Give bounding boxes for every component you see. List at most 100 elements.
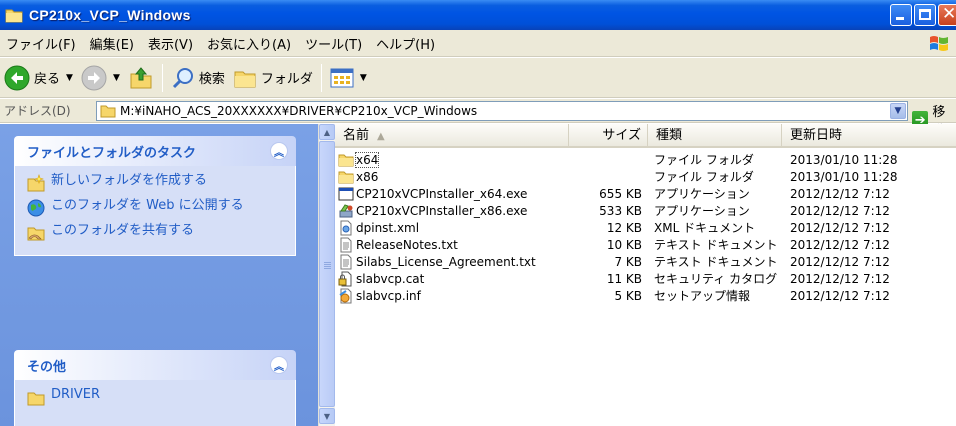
file-row[interactable]: x64 ファイル フォルダ 2013/01/10 11:28 bbox=[335, 151, 956, 168]
file-name-cell[interactable]: Silabs_License_Agreement.txt bbox=[335, 254, 569, 270]
security-catalog-icon bbox=[338, 271, 352, 286]
file-name-cell[interactable]: ReleaseNotes.txt bbox=[335, 237, 569, 253]
task-pane: ファイルとフォルダのタスク ︽ 新しいフォルダを作成する このフォルダを Web… bbox=[0, 124, 318, 426]
task-publish-web-label: このフォルダを Web に公開する bbox=[51, 198, 244, 213]
column-size-header[interactable]: サイズ bbox=[569, 124, 648, 148]
file-size: 10 KB bbox=[606, 237, 642, 252]
file-modified: 2013/01/10 11:28 bbox=[790, 152, 898, 167]
file-name: ReleaseNotes.txt bbox=[356, 237, 458, 252]
column-name-header[interactable]: 名前 ▲ bbox=[335, 124, 569, 148]
file-name: slabvcp.cat bbox=[356, 271, 425, 286]
views-dropdown-icon[interactable]: ▼ bbox=[360, 73, 367, 83]
task-publish-web[interactable]: このフォルダを Web に公開する bbox=[27, 199, 285, 217]
back-arrow-icon bbox=[4, 65, 30, 90]
up-folder-button[interactable] bbox=[124, 61, 158, 95]
file-type: テキスト ドキュメント bbox=[654, 238, 778, 252]
toolbar-separator bbox=[320, 63, 322, 92]
scroll-down-icon[interactable]: ▼ bbox=[319, 408, 335, 424]
file-modified: 2012/12/12 7:12 bbox=[790, 220, 890, 235]
file-size: 655 KB bbox=[599, 186, 642, 201]
folder-icon bbox=[5, 9, 23, 23]
file-modified: 2012/12/12 7:12 bbox=[790, 288, 890, 303]
file-name: x64 bbox=[354, 151, 380, 168]
search-button[interactable]: 検索 bbox=[167, 61, 229, 95]
task-new-folder-label: 新しいフォルダを作成する bbox=[51, 173, 208, 188]
file-folder-tasks-title: ファイルとフォルダのタスク bbox=[27, 145, 197, 161]
file-row[interactable]: CP210xVCPInstaller_x86.exe 533 KB アプリケーシ… bbox=[335, 202, 956, 219]
address-input[interactable]: M:¥iNAHO_ACS_20XXXXXX¥DRIVER¥CP210x_VCP_… bbox=[96, 101, 908, 121]
task-share-folder[interactable]: このフォルダを共有する bbox=[27, 224, 285, 242]
file-name-cell[interactable]: slabvcp.cat bbox=[335, 271, 569, 287]
file-row[interactable]: slabvcp.cat 11 KB セキュリティ カタログ 2012/12/12… bbox=[335, 270, 956, 287]
task-pane-scrollbar[interactable]: ▲ ▼ bbox=[318, 124, 335, 426]
menu-edit[interactable]: 編集(E) bbox=[83, 34, 141, 53]
file-list: 名前 ▲ サイズ 種類 更新日時 x64 ファイル フォルダ 2013/01/10… bbox=[335, 124, 956, 426]
file-modified: 2012/12/12 7:12 bbox=[790, 271, 890, 286]
file-type: XML ドキュメント bbox=[654, 221, 756, 235]
other-place-driver[interactable]: DRIVER bbox=[27, 388, 285, 406]
forward-dropdown-icon[interactable]: ▼ bbox=[113, 73, 120, 83]
folders-icon bbox=[234, 71, 256, 87]
scroll-thumb[interactable] bbox=[319, 141, 335, 407]
application-window-icon bbox=[338, 187, 354, 200]
collapse-chevron-icon[interactable]: ︽ bbox=[270, 142, 288, 160]
file-folder-tasks-header[interactable]: ファイルとフォルダのタスク ︽ bbox=[14, 136, 296, 166]
file-row[interactable]: x86 ファイル フォルダ 2013/01/10 11:28 bbox=[335, 168, 956, 185]
views-button[interactable]: ▼ bbox=[326, 61, 371, 95]
file-size: 5 KB bbox=[614, 288, 642, 303]
collapse-chevron-icon[interactable]: ︽ bbox=[270, 356, 288, 374]
file-modified: 2012/12/12 7:12 bbox=[790, 254, 890, 269]
column-type-label: 種類 bbox=[656, 128, 683, 143]
file-name-cell[interactable]: x64 bbox=[335, 151, 569, 168]
folders-label: フォルダ bbox=[260, 72, 313, 87]
file-row[interactable]: dpinst.xml 12 KB XML ドキュメント 2012/12/12 7… bbox=[335, 219, 956, 236]
minimize-button[interactable] bbox=[890, 4, 912, 26]
file-row[interactable]: slabvcp.inf 5 KB セットアップ情報 2012/12/12 7:1… bbox=[335, 287, 956, 304]
back-button[interactable]: 戻る ▼ bbox=[0, 61, 77, 95]
other-places-title: その他 bbox=[27, 359, 67, 375]
scroll-up-icon[interactable]: ▲ bbox=[319, 124, 335, 140]
file-name-cell[interactable]: dpinst.xml bbox=[335, 220, 569, 236]
file-row[interactable]: ReleaseNotes.txt 10 KB テキスト ドキュメント 2012/… bbox=[335, 236, 956, 253]
file-type: アプリケーション bbox=[654, 204, 750, 218]
back-dropdown-icon[interactable]: ▼ bbox=[66, 73, 73, 83]
file-name: CP210xVCPInstaller_x64.exe bbox=[356, 186, 528, 201]
file-name: slabvcp.inf bbox=[356, 288, 421, 303]
other-places-header[interactable]: その他 ︽ bbox=[14, 350, 296, 380]
menu-help[interactable]: ヘルプ(H) bbox=[369, 34, 442, 53]
menu-favorites[interactable]: お気に入り(A) bbox=[200, 34, 298, 53]
file-name-cell[interactable]: x86 bbox=[335, 169, 569, 185]
close-button[interactable]: ✕ bbox=[938, 4, 956, 26]
address-label: アドレス(D) bbox=[4, 104, 71, 118]
maximize-button[interactable] bbox=[914, 4, 936, 26]
column-modified-header[interactable]: 更新日時 bbox=[782, 124, 956, 148]
menu-file[interactable]: ファイル(F) bbox=[0, 34, 83, 53]
up-folder-icon bbox=[130, 66, 152, 88]
menu-view[interactable]: 表示(V) bbox=[141, 34, 200, 53]
file-name: Silabs_License_Agreement.txt bbox=[356, 254, 536, 269]
address-bar: アドレス(D) M:¥iNAHO_ACS_20XXXXXX¥DRIVER¥CP2… bbox=[0, 99, 956, 139]
file-row[interactable]: Silabs_License_Agreement.txt 7 KB テキスト ド… bbox=[335, 253, 956, 270]
window-title: CP210x_VCP_Windows bbox=[29, 7, 191, 23]
file-name-cell[interactable]: CP210xVCPInstaller_x86.exe bbox=[335, 203, 569, 219]
file-modified: 2012/12/12 7:12 bbox=[790, 203, 890, 218]
task-new-folder[interactable]: 新しいフォルダを作成する bbox=[27, 174, 285, 192]
file-row[interactable]: CP210xVCPInstaller_x64.exe 655 KB アプリケーシ… bbox=[335, 185, 956, 202]
file-folder-tasks-box: ファイルとフォルダのタスク ︽ 新しいフォルダを作成する このフォルダを Web… bbox=[14, 136, 296, 256]
search-icon bbox=[172, 67, 193, 88]
menu-tools[interactable]: ツール(T) bbox=[298, 34, 369, 53]
folder-icon bbox=[100, 105, 116, 118]
title-bar[interactable]: CP210x_VCP_Windows ✕ bbox=[0, 0, 956, 30]
file-name-cell[interactable]: CP210xVCPInstaller_x64.exe bbox=[335, 186, 569, 202]
folder-icon bbox=[338, 171, 354, 183]
folder-icon bbox=[338, 154, 354, 166]
column-type-header[interactable]: 種類 bbox=[648, 124, 782, 148]
text-file-icon bbox=[340, 254, 352, 269]
folder-icon bbox=[27, 392, 45, 406]
file-name-cell[interactable]: slabvcp.inf bbox=[335, 288, 569, 304]
publish-web-icon bbox=[27, 199, 45, 217]
forward-button[interactable]: ▼ bbox=[77, 61, 124, 95]
folders-button[interactable]: フォルダ bbox=[229, 61, 317, 95]
close-icon: ✕ bbox=[942, 4, 956, 24]
address-dropdown-icon[interactable]: ▼ bbox=[890, 103, 906, 119]
